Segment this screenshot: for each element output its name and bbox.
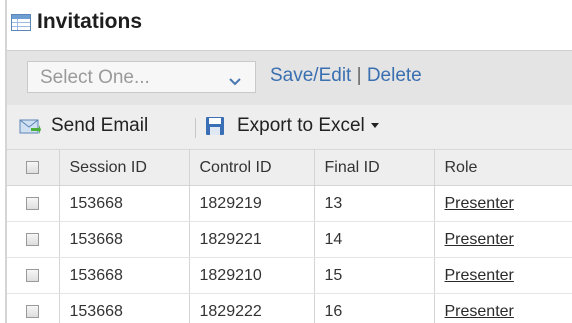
session-id-cell: 153668 [59,185,190,222]
column-header-final-id[interactable]: Final ID [314,150,435,186]
chevron-down-icon[interactable] [229,73,241,86]
final-id-cell: 14 [314,221,435,258]
session-id-cell: 153668 [59,293,190,323]
panel-header: Invitations [7,0,572,44]
filter-bar: Select One... Save/Edit | Delete [7,50,572,106]
table-row[interactable]: 153668 1829210 15 Presenter [7,257,572,294]
table-icon [11,14,31,31]
final-id-cell: 15 [314,257,435,294]
column-header-session-id[interactable]: Session ID [59,150,190,186]
saved-filter-select[interactable]: Select One... [27,61,256,93]
final-id-cell: 13 [314,185,435,222]
caret-down-icon [370,123,379,129]
control-id-cell: 1829210 [189,257,315,294]
invitations-panel: Invitations Select One... Save/Edit | De… [7,0,572,323]
role-cell: Presenter [434,221,572,258]
row-checkbox[interactable] [26,232,40,246]
session-id-cell: 153668 [59,221,190,258]
save-disk-icon [206,117,224,135]
page-title: Invitations [37,10,143,33]
row-checkbox[interactable] [26,268,40,282]
row-checkbox[interactable] [26,196,40,210]
toolbar-divider [195,118,196,138]
send-email-label: Send Email [51,115,149,136]
table-row[interactable]: 153668 1829221 14 Presenter [7,221,572,258]
role-cell: Presenter [434,257,572,294]
link-separator: | [356,65,362,86]
select-placeholder: Select One... [40,67,150,88]
role-cell: Presenter [434,185,572,222]
select-all-checkbox[interactable] [26,160,40,174]
role-cell: Presenter [434,293,572,323]
grid-toolbar: Send Email Export to Excel [7,105,572,150]
send-email-icon [19,119,41,134]
row-select-cell [7,185,60,222]
control-id-cell: 1829219 [189,185,315,222]
table-row[interactable]: 153668 1829222 16 Presenter [7,293,572,323]
export-label: Export to Excel [237,114,379,138]
final-id-cell: 16 [314,293,435,323]
save-edit-link[interactable]: Save/Edit [270,65,351,86]
row-select-cell [7,257,60,294]
role-link[interactable]: Presenter [445,267,514,284]
row-select-cell [7,221,60,258]
row-select-cell [7,293,60,323]
table-row[interactable]: 153668 1829219 13 Presenter [7,185,572,222]
control-id-cell: 1829221 [189,221,315,258]
session-id-cell: 153668 [59,257,190,294]
delete-link[interactable]: Delete [367,65,422,86]
role-link[interactable]: Presenter [445,195,514,212]
column-header-control-id[interactable]: Control ID [189,150,315,186]
filter-actions: Save/Edit | Delete [270,65,422,87]
select-all-cell [7,150,60,186]
row-checkbox[interactable] [26,304,40,318]
table-header-row: Session ID Control ID Final ID Role [7,150,572,186]
export-to-excel-button[interactable]: Export to Excel [205,114,415,138]
role-link[interactable]: Presenter [445,303,514,320]
column-header-role[interactable]: Role [434,150,572,186]
control-id-cell: 1829222 [189,293,315,323]
role-link[interactable]: Presenter [445,231,514,248]
send-email-button[interactable]: Send Email [19,114,189,138]
invitations-table: Session ID Control ID Final ID Role 1536… [7,150,572,323]
